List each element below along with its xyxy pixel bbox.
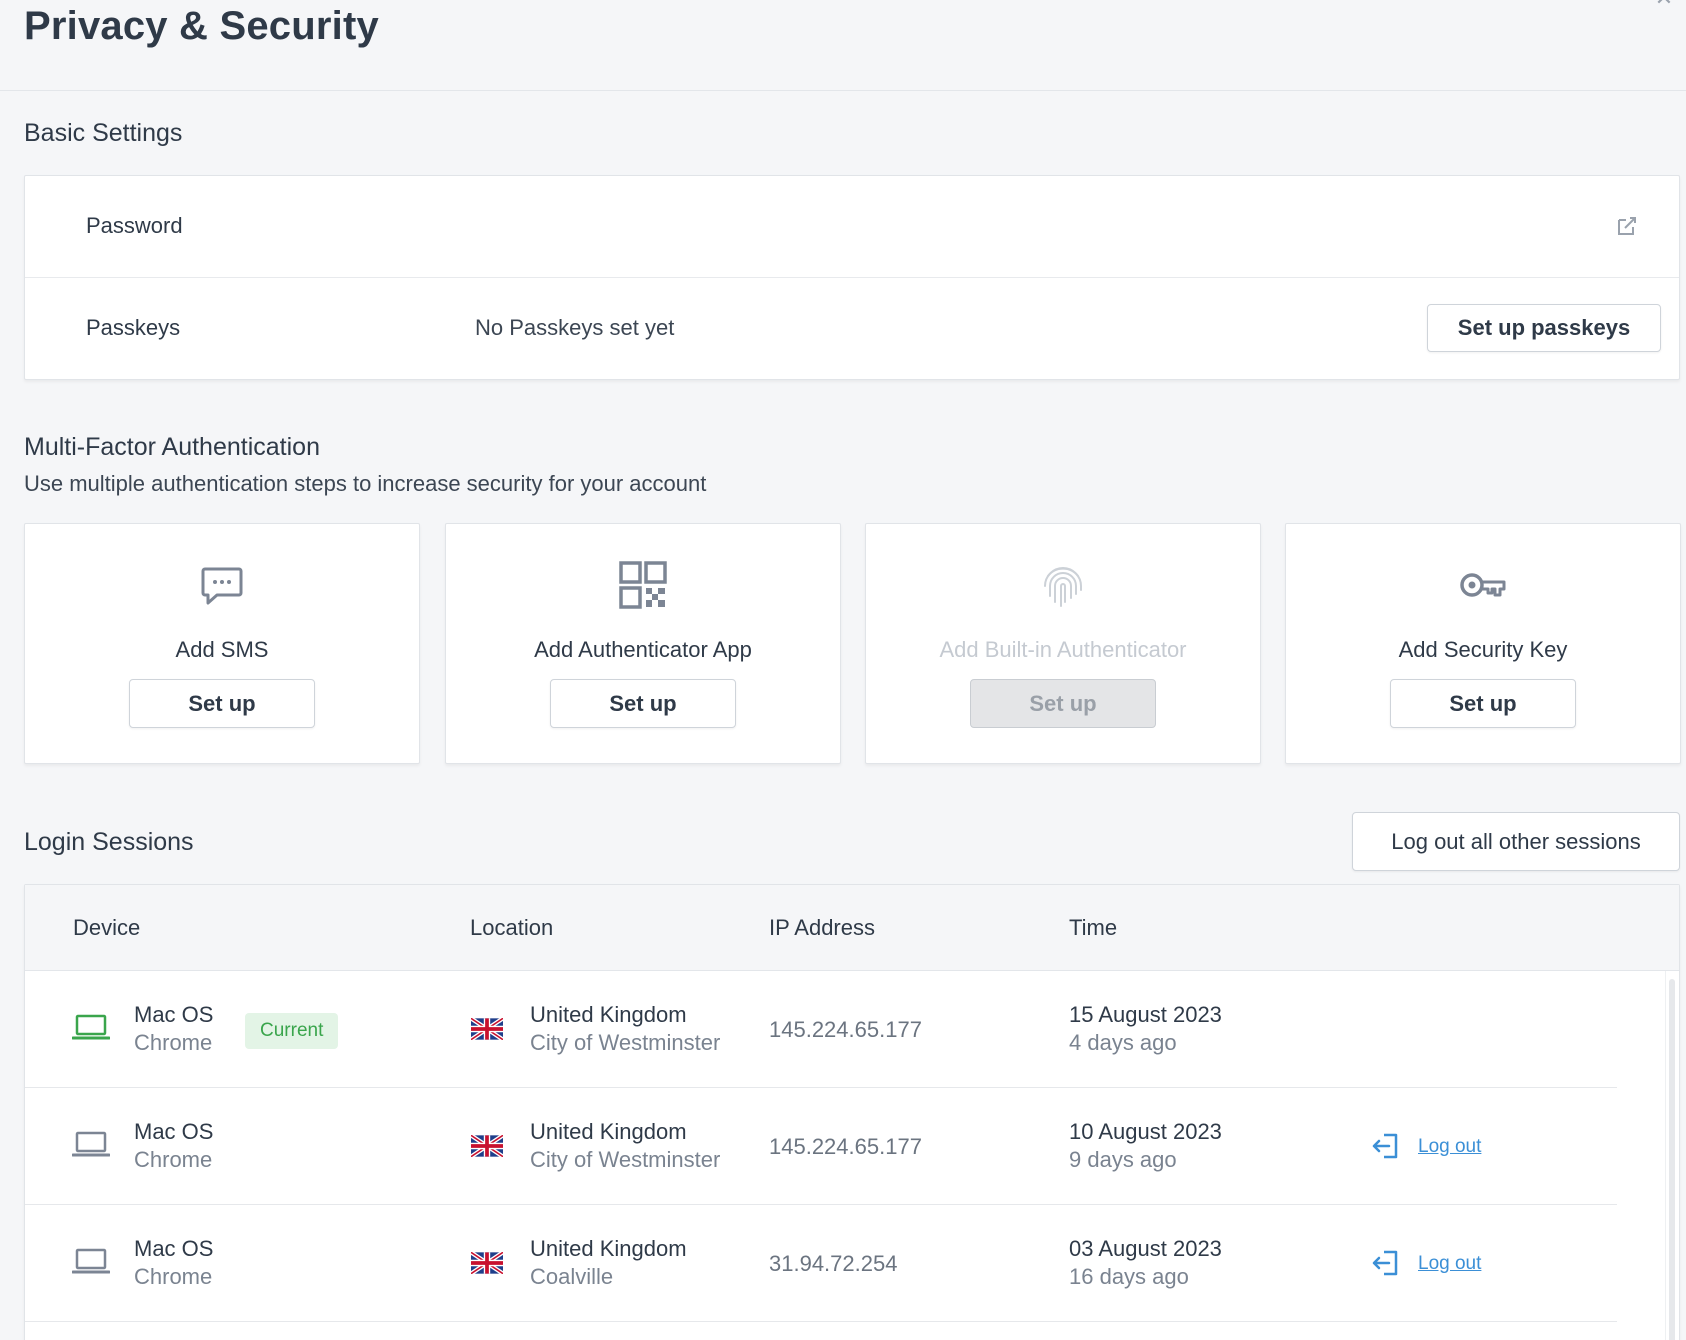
table-row: Mac OS Chrome United Kingdom Coalville 3… <box>25 1205 1617 1322</box>
logout-icon[interactable] <box>1372 1249 1400 1277</box>
column-time: Time <box>1069 915 1118 940</box>
location-city: City of Westminster <box>530 1147 721 1172</box>
sms-set-up-button[interactable]: Set up <box>129 679 315 728</box>
session-date: 15 August 2023 <box>1069 1002 1222 1027</box>
uk-flag-icon <box>471 1018 503 1040</box>
basic-settings-card: Password Passkeys No Passkeys set yet Se… <box>24 175 1680 380</box>
password-label: Password <box>86 213 183 238</box>
laptop-icon <box>72 1248 110 1274</box>
mfa-label-authenticator-app: Add Authenticator App <box>534 637 752 662</box>
sms-icon <box>201 567 243 605</box>
set-up-passkeys-button[interactable]: Set up passkeys <box>1427 304 1661 352</box>
table-header: Device Location IP Address Time <box>25 885 1679 971</box>
device-os: Mac OS <box>134 1119 214 1144</box>
login-sessions-title: Login Sessions <box>24 828 194 856</box>
location-country: United Kingdom <box>530 1119 687 1144</box>
mfa-label-sms: Add SMS <box>175 637 269 662</box>
scrollbar-thumb[interactable] <box>1669 979 1675 1340</box>
log-out-link[interactable]: Log out <box>1418 1253 1481 1275</box>
key-icon <box>1460 573 1506 597</box>
mfa-card-security-key: Add Security Key Set up <box>1285 523 1681 764</box>
built-in-authenticator-set-up-button: Set up <box>970 679 1156 728</box>
location-city: City of Westminster <box>530 1030 721 1055</box>
ip-address: 145.224.65.177 <box>769 1134 922 1159</box>
qr-code-icon <box>619 561 667 609</box>
mfa-label-security-key: Add Security Key <box>1398 637 1568 662</box>
laptop-icon <box>72 1014 110 1040</box>
location-country: United Kingdom <box>530 1236 687 1261</box>
edit-icon[interactable] <box>1615 214 1639 238</box>
device-browser: Chrome <box>134 1264 213 1289</box>
security-key-set-up-button[interactable]: Set up <box>1390 679 1576 728</box>
device-browser: Chrome <box>134 1030 213 1055</box>
mfa-card-authenticator-app: Add Authenticator App Set up <box>445 523 841 764</box>
password-row: Password <box>25 176 1679 278</box>
ip-address: 31.94.72.254 <box>769 1251 898 1276</box>
column-device: Device <box>73 915 141 940</box>
close-icon[interactable]: ✕ <box>1652 0 1676 10</box>
location-country: United Kingdom <box>530 1002 687 1027</box>
logout-icon[interactable] <box>1372 1132 1400 1160</box>
passkeys-row: Passkeys No Passkeys set yet Set up pass… <box>25 278 1679 380</box>
privacy-security-page: Privacy & Security ✕ Basic Settings Pass… <box>0 0 1686 1340</box>
scrollbar[interactable] <box>1665 971 1679 1340</box>
uk-flag-icon <box>471 1135 503 1157</box>
mfa-card-sms: Add SMS Set up <box>24 523 420 764</box>
device-os: Mac OS <box>134 1002 214 1027</box>
device-browser: Chrome <box>134 1147 213 1172</box>
authenticator-app-set-up-button[interactable]: Set up <box>550 679 736 728</box>
mfa-description: Use multiple authentication steps to inc… <box>24 471 707 496</box>
session-date: 10 August 2023 <box>1069 1119 1222 1144</box>
sessions-table: Device Location IP Address Time Mac OS C… <box>24 884 1680 1340</box>
uk-flag-icon <box>471 1252 503 1274</box>
basic-settings-title: Basic Settings <box>24 119 183 147</box>
current-badge: Current <box>245 1013 339 1049</box>
mfa-label-built-in-authenticator: Add Built-in Authenticator <box>939 637 1187 662</box>
device-os: Mac OS <box>134 1236 214 1261</box>
laptop-icon <box>72 1131 110 1157</box>
table-row: Mac OS Chrome Current United Kingdom Cit… <box>25 971 1617 1088</box>
session-ago: 4 days ago <box>1069 1030 1177 1055</box>
table-row: Mac OS Chrome United Kingdom City of Wes… <box>25 1088 1617 1205</box>
page-header: Privacy & Security ✕ <box>0 0 1686 91</box>
column-location: Location <box>470 915 554 940</box>
passkeys-value: No Passkeys set yet <box>475 315 675 340</box>
session-ago: 16 days ago <box>1069 1264 1189 1289</box>
session-date: 03 August 2023 <box>1069 1236 1222 1261</box>
page-title: Privacy & Security <box>24 4 379 48</box>
ip-address: 145.224.65.177 <box>769 1017 922 1042</box>
log-out-all-sessions-button[interactable]: Log out all other sessions <box>1352 812 1680 871</box>
column-ip-address: IP Address <box>769 915 875 940</box>
session-ago: 9 days ago <box>1069 1147 1177 1172</box>
log-out-link[interactable]: Log out <box>1418 1136 1481 1158</box>
mfa-card-built-in-authenticator: Add Built-in Authenticator Set up <box>865 523 1261 764</box>
mfa-title: Multi-Factor Authentication <box>24 433 320 461</box>
location-city: Coalville <box>530 1264 614 1289</box>
passkeys-label: Passkeys <box>86 315 181 340</box>
fingerprint-icon <box>1044 567 1082 607</box>
